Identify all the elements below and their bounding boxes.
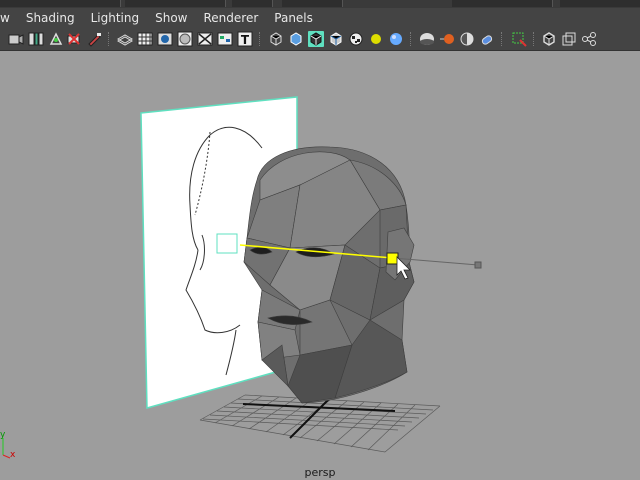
resolution-gate-icon[interactable] (177, 31, 193, 47)
menu-shading[interactable]: Shading (18, 11, 83, 25)
bookmark-icon[interactable] (48, 31, 64, 47)
shadows-icon[interactable] (388, 31, 404, 47)
menu-show[interactable]: Show (147, 11, 195, 25)
xray-active-components-icon[interactable] (561, 31, 577, 47)
svg-text:T: T (241, 33, 250, 47)
depth-of-field-icon[interactable] (479, 31, 495, 47)
multisample-aa-icon[interactable] (459, 31, 475, 47)
wireframe-icon[interactable] (117, 31, 133, 47)
perspective-viewport[interactable] (0, 51, 640, 480)
window-top-strip (0, 0, 640, 8)
grease-pencil-icon[interactable] (86, 31, 102, 47)
safe-title-icon[interactable]: T (237, 31, 253, 47)
menu-lighting[interactable]: Lighting (83, 11, 148, 25)
panel-toolbar: T (0, 28, 640, 51)
grid-icon[interactable] (137, 31, 153, 47)
camera-name-label: persp (304, 466, 336, 479)
smooth-shading-icon[interactable] (288, 31, 304, 47)
film-gate-icon[interactable] (157, 31, 173, 47)
menu-renderer[interactable]: Renderer (195, 11, 266, 25)
use-all-lights-icon[interactable] (368, 31, 384, 47)
textured-icon[interactable] (348, 31, 364, 47)
image-plane-icon[interactable] (66, 31, 82, 47)
select-camera-icon[interactable] (8, 31, 24, 47)
wireframe-on-shaded-icon[interactable] (308, 31, 324, 47)
axis-x-label: x (10, 450, 16, 460)
head-model[interactable] (243, 146, 415, 404)
camera-attributes-icon[interactable] (28, 31, 44, 47)
motion-blur-icon[interactable] (439, 31, 455, 47)
menu-panels[interactable]: Panels (266, 11, 321, 25)
axis-indicator (2, 438, 11, 459)
isolate-select-icon[interactable] (511, 31, 527, 47)
safe-action-icon[interactable] (217, 31, 233, 47)
default-material-icon[interactable] (328, 31, 344, 47)
xray-icon[interactable] (541, 31, 557, 47)
wireframe-shading-icon[interactable] (268, 31, 284, 47)
ground-grid (199, 394, 441, 453)
menu-view[interactable]: w (0, 11, 18, 25)
panel-menu-bar: w Shading Lighting Show Renderer Panels (0, 8, 640, 28)
screen-space-ao-icon[interactable] (419, 31, 435, 47)
node-editor-icon[interactable] (581, 31, 597, 47)
gate-mask-icon[interactable] (197, 31, 213, 47)
axis-y-label: y (0, 430, 6, 440)
